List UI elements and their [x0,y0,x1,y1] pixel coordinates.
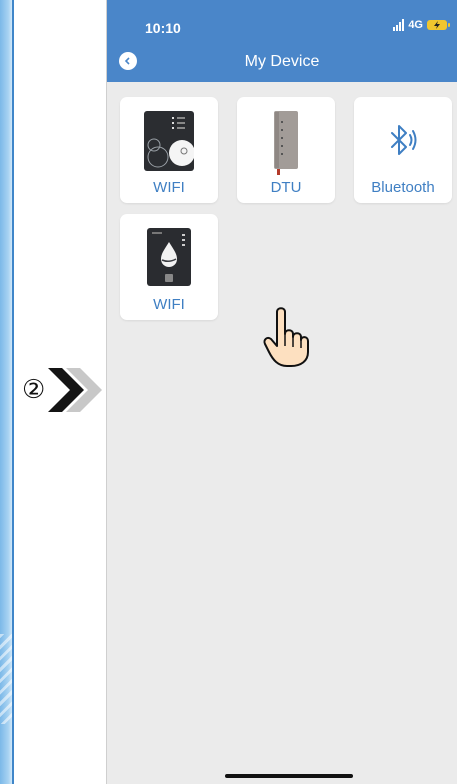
step-indicator: ② [22,364,106,416]
phone-screen: 10:10 4G My Device WIFI DTU Bluetooth WI… [106,0,457,784]
device-card-wifi-water[interactable]: WIFI [120,214,218,320]
device-card-label: WIFI [153,179,185,196]
device-card-label: WIFI [153,296,185,313]
wifi-controller-device-image [144,111,194,171]
bluetooth-icon [391,125,417,155]
device-card-wifi[interactable]: WIFI [120,97,218,203]
status-time: 10:10 [145,20,181,36]
step-number: ② [22,374,46,404]
page-title: My Device [244,53,320,70]
hand-pointer-icon [263,307,309,367]
background-panel-edge [0,0,14,784]
double-chevron-right-icon [48,368,102,412]
water-controller-device-image [147,228,191,286]
battery-charging-icon [427,20,450,30]
decorative-pattern [0,634,14,724]
network-label: 4G [408,19,423,31]
device-card-label: DTU [270,179,302,196]
device-card-dtu[interactable]: DTU [237,97,335,203]
device-card-label: Bluetooth [371,179,435,196]
dtu-device-image [274,111,298,175]
device-card-bluetooth[interactable]: Bluetooth [354,97,452,203]
home-indicator[interactable] [225,774,353,778]
signal-icon [393,19,405,31]
status-indicators: 4G [393,19,450,31]
app-header: 10:10 4G My Device [107,0,457,82]
